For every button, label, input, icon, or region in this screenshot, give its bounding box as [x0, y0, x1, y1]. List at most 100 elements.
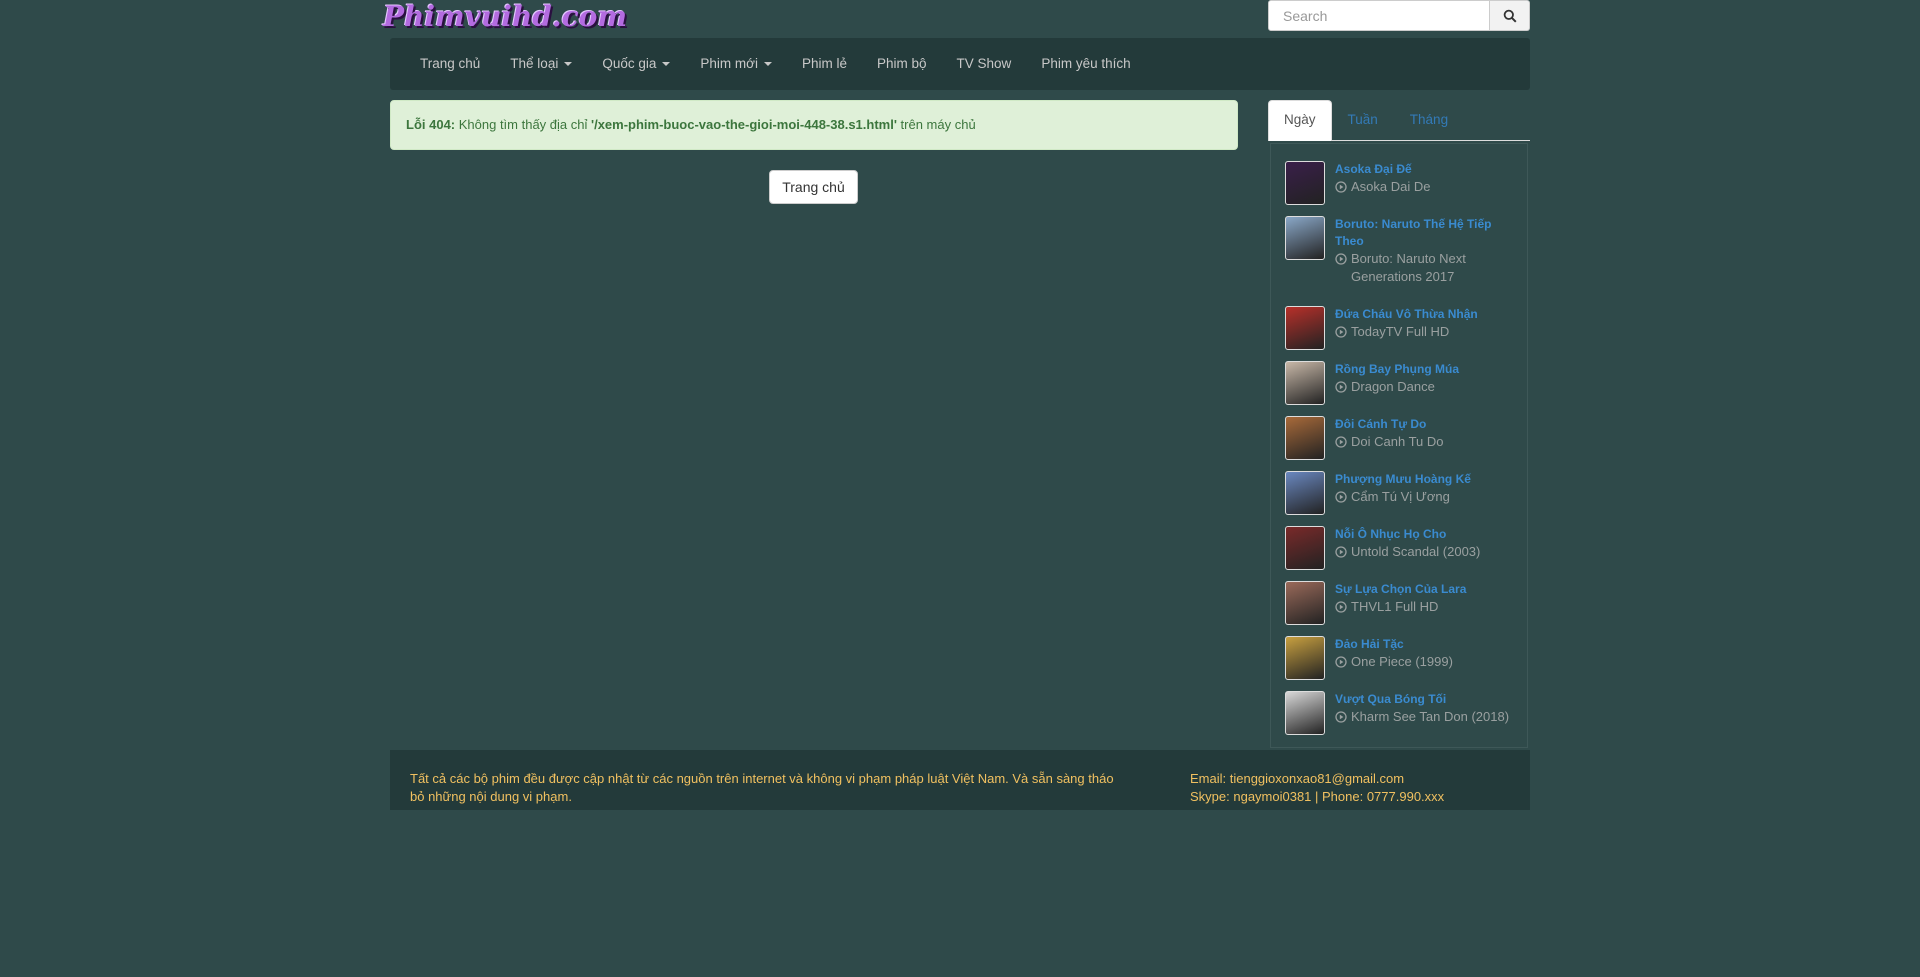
movie-poster[interactable]: [1285, 471, 1325, 515]
nav-item-label: Phim lẻ: [801, 56, 847, 71]
movie-info: Boruto: Naruto Thế Hệ Tiếp Theo Boruto: N…: [1335, 216, 1515, 286]
movie-subtitle: Untold Scandal (2003): [1335, 543, 1515, 561]
movie-original-title: Asoka Dai De: [1351, 179, 1431, 194]
footer-disclaimer: Tất cả các bộ phim đều được cập nhật từ …: [410, 771, 1114, 804]
tab-2[interactable]: Tháng: [1394, 100, 1464, 140]
play-circle-icon: [1335, 656, 1347, 668]
movie-item[interactable]: Boruto: Naruto Thế Hệ Tiếp Theo Boruto: N…: [1285, 216, 1515, 286]
footer-contact: Email: tienggioxonxao81@gmail.com Skype:…: [1190, 770, 1444, 806]
movie-poster[interactable]: [1285, 581, 1325, 625]
error-text-before: Không tìm thấy địa chỉ: [455, 117, 591, 132]
tab-0[interactable]: Ngày: [1268, 100, 1332, 141]
movie-title[interactable]: Boruto: Naruto Thế Hệ Tiếp Theo: [1335, 216, 1515, 250]
site-logo[interactable]: Phimvuihd.com: [383, 0, 627, 36]
movie-item[interactable]: Đôi Cánh Tự Do Doi Canh Tu Do: [1285, 416, 1515, 460]
sidebar-tabs: Ngày Tuần Tháng: [1268, 100, 1530, 141]
movie-item[interactable]: Đảo Hải Tặc One Piece (1999): [1285, 636, 1515, 680]
movie-subtitle: Cẩm Tú Vị Ương: [1335, 488, 1515, 506]
movie-poster[interactable]: [1285, 361, 1325, 405]
movie-title[interactable]: Đôi Cánh Tự Do: [1335, 416, 1515, 433]
movie-title[interactable]: Vượt Qua Bóng Tối: [1335, 691, 1515, 708]
movie-original-title: Boruto: Naruto Next Generations 2017: [1351, 251, 1466, 284]
movie-info: Đứa Cháu Vô Thừa Nhận TodayTV Full HD: [1335, 306, 1515, 350]
movie-poster[interactable]: [1285, 526, 1325, 570]
movie-poster[interactable]: [1285, 306, 1325, 350]
nav-item-7[interactable]: Phim yêu thích: [1026, 38, 1145, 90]
nav-item-label: Phim yêu thích: [1041, 56, 1131, 71]
nav-item-3[interactable]: Phim mới: [685, 38, 787, 90]
movie-title[interactable]: Phượng Mưu Hoàng Kế: [1335, 471, 1515, 488]
movie-title[interactable]: Rồng Bay Phụng Múa: [1335, 361, 1515, 378]
movie-poster[interactable]: [1285, 216, 1325, 260]
error-code: Lỗi 404:: [406, 117, 456, 132]
top-movies-panel: Asoka Đại Đế Asoka Dai De Boruto: Naruto T…: [1270, 143, 1528, 748]
movie-info: Vượt Qua Bóng Tối Kharm See Tan Don (2018…: [1335, 691, 1515, 735]
movie-item[interactable]: Rồng Bay Phụng Múa Dragon Dance: [1285, 361, 1515, 405]
movie-original-title: Cẩm Tú Vị Ương: [1351, 489, 1450, 504]
home-button[interactable]: Trang chủ: [769, 170, 858, 204]
search-input[interactable]: [1268, 0, 1490, 31]
play-circle-icon: [1335, 491, 1347, 503]
movie-original-title: Doi Canh Tu Do: [1351, 434, 1444, 449]
nav-item-6[interactable]: TV Show: [942, 38, 1027, 90]
movie-poster[interactable]: [1285, 161, 1325, 205]
movie-item[interactable]: Asoka Đại Đế Asoka Dai De: [1285, 161, 1515, 205]
movie-poster[interactable]: [1285, 636, 1325, 680]
movie-poster[interactable]: [1285, 416, 1325, 460]
caret-down-icon: [662, 62, 671, 66]
nav-item-5[interactable]: Phim bộ: [862, 38, 942, 90]
movie-subtitle: Asoka Dai De: [1335, 178, 1515, 196]
movie-info: Sự Lựa Chọn Của Lara THVL1 Full HD: [1335, 581, 1515, 625]
nav-item-label: Phim mới: [700, 56, 758, 71]
search-icon: [1503, 9, 1517, 23]
movie-subtitle: One Piece (1999): [1335, 653, 1515, 671]
movie-item[interactable]: Sự Lựa Chọn Của Lara THVL1 Full HD: [1285, 581, 1515, 625]
movie-title[interactable]: Nỗi Ô Nhục Họ Cho: [1335, 526, 1515, 543]
footer-email: Email: tienggioxonxao81@gmail.com: [1190, 771, 1405, 786]
tab-1[interactable]: Tuần: [1332, 100, 1394, 140]
movie-original-title: Dragon Dance: [1351, 379, 1435, 394]
movie-subtitle: THVL1 Full HD: [1335, 598, 1515, 616]
movie-item[interactable]: Phượng Mưu Hoàng Kế Cẩm Tú Vị Ương: [1285, 471, 1515, 515]
movie-subtitle: Kharm See Tan Don (2018): [1335, 708, 1515, 726]
search-form: [1268, 0, 1530, 31]
movie-original-title: TodayTV Full HD: [1351, 324, 1450, 339]
error-alert: Lỗi 404: Không tìm thấy địa chỉ '/xem-ph…: [390, 100, 1238, 150]
nav-item-2[interactable]: Quốc gia: [587, 38, 685, 90]
movie-info: Đảo Hải Tặc One Piece (1999): [1335, 636, 1515, 680]
movie-original-title: THVL1 Full HD: [1351, 599, 1439, 614]
movie-subtitle: TodayTV Full HD: [1335, 323, 1515, 341]
movie-title[interactable]: Đảo Hải Tặc: [1335, 636, 1515, 653]
footer: Tất cả các bộ phim đều được cập nhật từ …: [390, 750, 1530, 810]
movie-original-title: One Piece (1999): [1351, 654, 1453, 669]
nav-item-1[interactable]: Thể loại: [495, 38, 587, 90]
footer-skype-phone: Skype: ngaymoi0381 | Phone: 0777.990.xxx: [1190, 789, 1445, 804]
movie-subtitle: Dragon Dance: [1335, 378, 1515, 396]
nav-item-label: TV Show: [956, 56, 1012, 71]
movie-original-title: Untold Scandal (2003): [1351, 544, 1481, 559]
nav-item-4[interactable]: Phim lẻ: [787, 38, 862, 90]
movie-item[interactable]: Vượt Qua Bóng Tối Kharm See Tan Don (2018…: [1285, 691, 1515, 735]
movie-poster[interactable]: [1285, 691, 1325, 735]
movie-info: Asoka Đại Đế Asoka Dai De: [1335, 161, 1515, 205]
search-button[interactable]: [1490, 0, 1530, 31]
nav-item-label: Quốc gia: [602, 56, 657, 71]
movie-item[interactable]: Đứa Cháu Vô Thừa Nhận TodayTV Full HD: [1285, 306, 1515, 350]
movie-info: Nỗi Ô Nhục Họ Cho Untold Scandal (2003): [1335, 526, 1515, 570]
play-circle-icon: [1335, 381, 1347, 393]
play-circle-icon: [1335, 181, 1347, 193]
error-text-after: trên máy chủ: [896, 117, 976, 132]
movie-item[interactable]: Nỗi Ô Nhục Họ Cho Untold Scandal (2003): [1285, 526, 1515, 570]
caret-down-icon: [763, 62, 772, 66]
nav-item-label: Phim bộ: [877, 56, 927, 71]
movie-info: Phượng Mưu Hoàng Kế Cẩm Tú Vị Ương: [1335, 471, 1515, 515]
nav-item-0[interactable]: Trang chủ: [405, 38, 495, 90]
nav-item-label: Thể loại: [510, 56, 559, 71]
movie-title[interactable]: Đứa Cháu Vô Thừa Nhận: [1335, 306, 1515, 323]
movie-info: Đôi Cánh Tự Do Doi Canh Tu Do: [1335, 416, 1515, 460]
movie-title[interactable]: Sự Lựa Chọn Của Lara: [1335, 581, 1515, 598]
play-circle-icon: [1335, 326, 1347, 338]
movie-subtitle: Doi Canh Tu Do: [1335, 433, 1515, 451]
play-circle-icon: [1335, 253, 1347, 265]
movie-title[interactable]: Asoka Đại Đế: [1335, 161, 1515, 178]
